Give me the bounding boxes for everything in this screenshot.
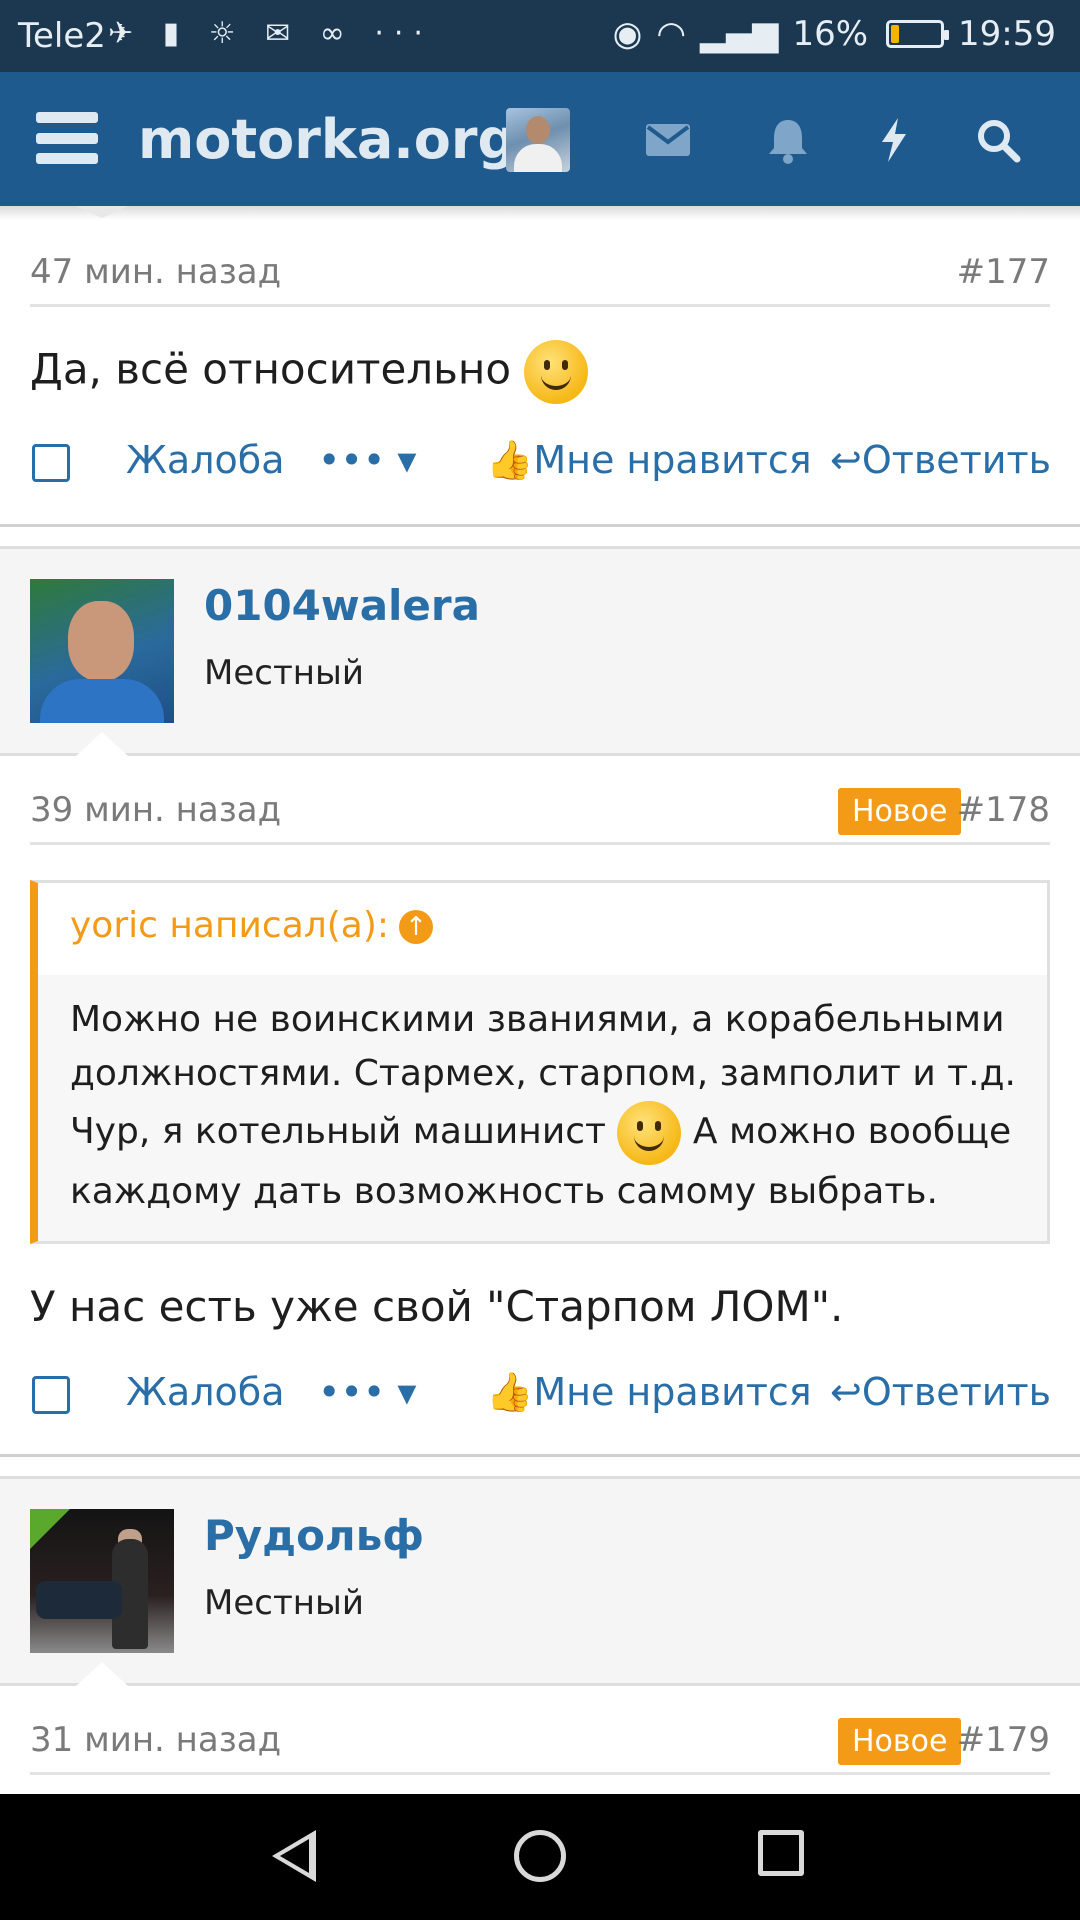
search-icon[interactable] <box>966 108 1030 172</box>
post-text: У нас есть уже свой "Старпом ЛОМ". <box>30 1282 844 1331</box>
more-menu[interactable]: ••• ▾ <box>318 1370 416 1414</box>
more-label: ••• <box>318 438 386 482</box>
clock: 19:59 <box>958 14 1056 54</box>
post-text: Да, всё относительно <box>30 344 512 394</box>
quote-text-2: Чур, я котельный машинист А можно вообще… <box>70 1101 1030 1219</box>
quote-header: yoric написал(а): ↑ <box>38 883 1047 975</box>
author-name[interactable]: Рудольф <box>204 1511 424 1560</box>
author-block: 0104walera Местный <box>0 546 1080 756</box>
battery-percent: 16% <box>792 14 869 54</box>
author-notch <box>76 732 128 756</box>
screen: Tele2 ✈ ▮ ☼ ✉ ∞ ··· ◉ ◠ ▂▄▆ 16% 19:59 mo… <box>0 0 1080 1920</box>
more-label: ••• <box>318 1370 386 1414</box>
post-number[interactable]: #177 <box>957 252 1050 292</box>
notification-icons: ✈ ▮ ☼ ✉ ∞ ··· <box>108 16 433 51</box>
post-actions: Жалоба ••• ▾ 👍Мне нравится ↩Ответить <box>0 1366 1080 1426</box>
author-block: Рудольф Местный <box>0 1476 1080 1686</box>
post-separator <box>0 1454 1080 1457</box>
more-menu[interactable]: ••• ▾ <box>318 438 416 482</box>
post-time: 39 мин. назад <box>30 790 282 830</box>
quote-author[interactable]: yoric написал(а): ↑ <box>70 905 434 946</box>
divider <box>30 1772 1050 1775</box>
author-avatar[interactable] <box>30 579 174 723</box>
signal-icon: ▂▄▆ <box>699 14 779 54</box>
eye-icon: ◉ <box>612 14 643 54</box>
new-badge: Новое <box>838 788 962 835</box>
post-body: Да, всё относительно <box>30 340 589 404</box>
post-time: 47 мин. назад <box>30 252 282 292</box>
chevron-down-icon: ▾ <box>397 1370 417 1414</box>
wifi-icon: ◠ <box>656 14 686 54</box>
bell-icon[interactable] <box>756 108 820 172</box>
user-avatar[interactable] <box>506 108 570 172</box>
lightning-icon[interactable] <box>862 108 926 172</box>
reply-arrow-icon: ↩ <box>830 438 862 482</box>
select-checkbox[interactable] <box>32 444 70 482</box>
menu-icon[interactable] <box>36 112 98 164</box>
battery-icon <box>886 20 950 48</box>
back-icon[interactable] <box>272 1830 316 1882</box>
divider <box>30 842 1050 845</box>
status-bar: Tele2 ✈ ▮ ☼ ✉ ∞ ··· ◉ ◠ ▂▄▆ 16% 19:59 <box>0 0 1080 72</box>
site-logo[interactable]: motorka.org <box>138 108 516 171</box>
report-link[interactable]: Жалоба <box>126 1370 284 1414</box>
user-notch <box>76 206 128 218</box>
quote-author-text: yoric написал(а): <box>70 905 390 946</box>
thumbs-up-icon: 👍 <box>486 438 534 482</box>
post-time: 31 мин. назад <box>30 1720 282 1760</box>
author-role: Местный <box>204 653 364 693</box>
status-right: ◉ ◠ ▂▄▆ 16% 19:59 <box>613 14 1056 54</box>
thumbs-up-icon: 👍 <box>486 1370 534 1414</box>
author-avatar[interactable] <box>30 1509 174 1653</box>
chevron-down-icon: ▾ <box>397 438 417 482</box>
envelope-icon[interactable] <box>636 108 700 172</box>
select-checkbox[interactable] <box>32 1376 70 1414</box>
header-shadow <box>0 206 1080 220</box>
post-actions: Жалоба ••• ▾ 👍Мне нравится ↩Ответить <box>0 434 1080 494</box>
carrier-label: Tele2 <box>18 16 106 56</box>
recent-apps-icon[interactable] <box>758 1830 804 1876</box>
reply-label: Ответить <box>861 438 1052 482</box>
arrow-up-icon[interactable]: ↑ <box>399 910 434 944</box>
post-number[interactable]: #179 <box>957 1720 1050 1760</box>
author-name[interactable]: 0104walera <box>204 581 480 630</box>
like-button[interactable]: 👍Мне нравится <box>486 1370 812 1415</box>
quote-block: yoric написал(а): ↑ Можно не воинскими зв… <box>30 880 1050 1244</box>
new-badge: Новое <box>838 1718 962 1765</box>
like-label: Мне нравится <box>533 438 812 482</box>
reply-label: Ответить <box>861 1370 1052 1414</box>
author-role: Местный <box>204 1583 364 1623</box>
system-nav-bar <box>0 1794 1080 1920</box>
reply-button[interactable]: ↩Ответить <box>830 1370 1051 1414</box>
reply-arrow-icon: ↩ <box>830 1370 862 1414</box>
author-notch <box>76 1662 128 1686</box>
smiley-icon <box>524 340 589 404</box>
online-indicator <box>30 1509 70 1549</box>
quote-text-2a: Чур, я котельный машинист <box>70 1111 606 1152</box>
battery-fill <box>891 25 900 43</box>
quote-text: Можно не воинскими званиями, а корабельн… <box>70 999 1016 1094</box>
app-header: motorka.org <box>0 72 1080 206</box>
post-number[interactable]: #178 <box>957 790 1050 830</box>
reply-button[interactable]: ↩Ответить <box>830 438 1051 482</box>
home-icon[interactable] <box>514 1830 566 1882</box>
post-separator <box>0 524 1080 527</box>
like-label: Мне нравится <box>533 1370 812 1414</box>
smiley-icon <box>617 1101 682 1165</box>
like-button[interactable]: 👍Мне нравится <box>486 438 812 483</box>
divider <box>30 304 1050 307</box>
report-link[interactable]: Жалоба <box>126 438 284 482</box>
